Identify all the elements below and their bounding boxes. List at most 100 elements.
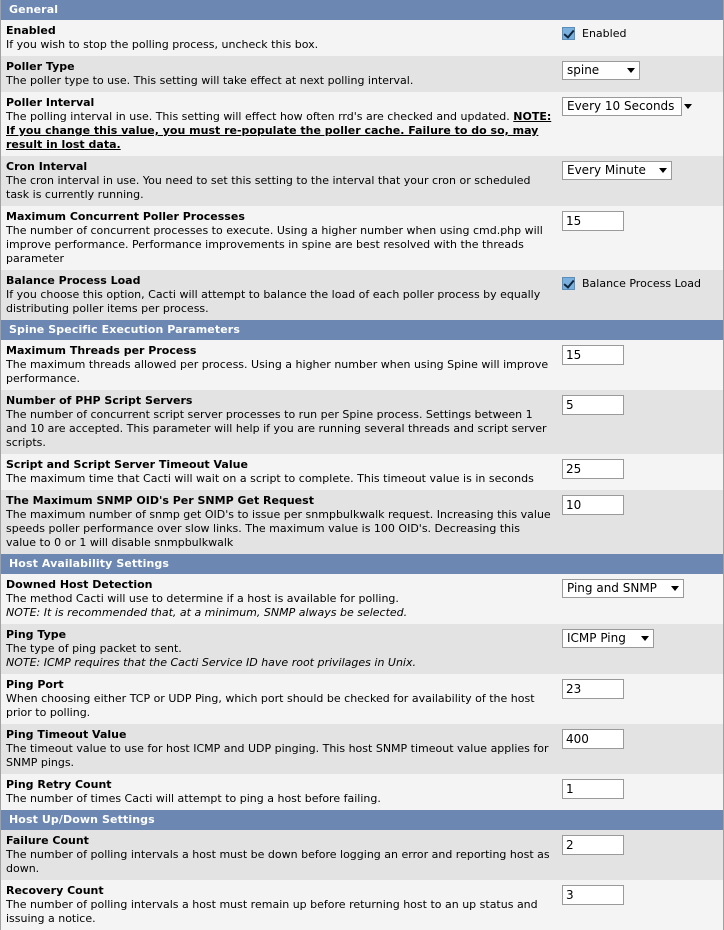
section-header-host-availability-settings: Host Availability Settings xyxy=(1,554,723,574)
setting-label: Script and Script Server Timeout Value xyxy=(6,458,248,471)
checkbox-enabled[interactable] xyxy=(562,27,575,40)
setting-description-cell: Poller Type The poller type to use. This … xyxy=(1,60,557,88)
setting-row-ping-retry-count: Ping Retry Count The number of times Cact… xyxy=(1,774,723,810)
setting-description: The maximum threads allowed per process.… xyxy=(6,358,549,385)
setting-description: The number of concurrent script server p… xyxy=(6,408,547,449)
setting-description: The polling interval in use. This settin… xyxy=(6,110,553,152)
input-maximum-threads-per-process[interactable] xyxy=(562,345,624,365)
setting-row-ping-port: Ping Port When choosing either TCP or UDP… xyxy=(1,674,723,724)
setting-description: The number of times Cacti will attempt t… xyxy=(6,792,381,805)
setting-row-enabled: Enabled If you wish to stop the polling p… xyxy=(1,20,723,56)
checkbox-balance-process-load[interactable] xyxy=(562,277,575,290)
select-value: ICMP Ping xyxy=(567,631,626,645)
checkbox-control-enabled[interactable]: Enabled xyxy=(562,25,723,40)
setting-control-cell xyxy=(557,210,723,231)
setting-description-cell: Cron Interval The cron interval in use. Y… xyxy=(1,160,557,202)
section-header-host-up-down-settings: Host Up/Down Settings xyxy=(1,810,723,830)
setting-label: Poller Interval xyxy=(6,96,95,109)
setting-control-cell: Every 10 Seconds xyxy=(557,96,723,116)
setting-label: Enabled xyxy=(6,24,56,37)
checkbox-label: Enabled xyxy=(582,27,627,40)
setting-row-maximum-threads-per-process: Maximum Threads per Process The maximum t… xyxy=(1,340,723,390)
setting-control-cell xyxy=(557,834,723,855)
setting-label: Ping Port xyxy=(6,678,64,691)
checkbox-label: Balance Process Load xyxy=(582,277,701,290)
setting-row-failure-count: Failure Count The number of polling inter… xyxy=(1,830,723,880)
select-poller-type[interactable]: spine xyxy=(562,61,640,80)
setting-description-cell: Downed Host Detection The method Cacti wi… xyxy=(1,578,557,620)
chevron-down-icon xyxy=(627,68,635,73)
chevron-down-icon xyxy=(641,636,649,641)
input-number-of-php-script-servers[interactable] xyxy=(562,395,624,415)
setting-note: NOTE: ICMP requires that the Cacti Servi… xyxy=(6,656,416,669)
setting-row-ping-type: Ping Type The type of ping packet to sent… xyxy=(1,624,723,674)
select-downed-host-detection[interactable]: Ping and SNMP xyxy=(562,579,684,598)
input-ping-timeout-value[interactable] xyxy=(562,729,624,749)
input-script-and-script-server-timeout-value[interactable] xyxy=(562,459,624,479)
setting-row-script-and-script-server-timeout-value: Script and Script Server Timeout Value Th… xyxy=(1,454,723,490)
setting-description-cell: Ping Retry Count The number of times Cact… xyxy=(1,778,557,806)
setting-description-cell: Failure Count The number of polling inter… xyxy=(1,834,557,876)
input-recovery-count[interactable] xyxy=(562,885,624,905)
select-value: spine xyxy=(567,63,600,77)
setting-control-cell xyxy=(557,884,723,905)
select-cron-interval[interactable]: Every Minute xyxy=(562,161,672,180)
setting-label: Maximum Concurrent Poller Processes xyxy=(6,210,245,223)
setting-control-cell xyxy=(557,678,723,699)
setting-row-maximum-concurrent-poller-processes: Maximum Concurrent Poller Processes The n… xyxy=(1,206,723,270)
setting-label: Ping Timeout Value xyxy=(6,728,127,741)
select-value: Ping and SNMP xyxy=(567,581,657,595)
input-the-maximum-snmp-oid-s-per-snmp-get-request[interactable] xyxy=(562,495,624,515)
setting-description: The number of concurrent processes to ex… xyxy=(6,224,543,265)
chevron-down-icon xyxy=(684,104,693,109)
setting-description-cell: Ping Type The type of ping packet to sent… xyxy=(1,628,557,670)
setting-row-balance-process-load: Balance Process Load If you choose this o… xyxy=(1,270,723,320)
setting-description: The method Cacti will use to determine i… xyxy=(6,592,399,605)
setting-description: The number of polling intervals a host m… xyxy=(6,848,550,875)
select-ping-type[interactable]: ICMP Ping xyxy=(562,629,654,648)
setting-description: The maximum time that Cacti will wait on… xyxy=(6,472,534,485)
setting-description-cell: Poller Interval The polling interval in u… xyxy=(1,96,557,152)
setting-note: NOTE: It is recommended that, at a minim… xyxy=(6,606,408,619)
setting-label: Failure Count xyxy=(6,834,89,847)
setting-control-cell: ICMP Ping xyxy=(557,628,723,648)
input-failure-count[interactable] xyxy=(562,835,624,855)
setting-row-downed-host-detection: Downed Host Detection The method Cacti wi… xyxy=(1,574,723,624)
setting-label: Maximum Threads per Process xyxy=(6,344,197,357)
setting-control-cell xyxy=(557,458,723,479)
setting-row-recovery-count: Recovery Count The number of polling inte… xyxy=(1,880,723,930)
setting-control-cell: Balance Process Load xyxy=(557,274,723,290)
setting-description-cell: Ping Timeout Value The timeout value to u… xyxy=(1,728,557,770)
setting-description: The type of ping packet to sent. xyxy=(6,642,182,655)
setting-description: The maximum number of snmp get OID's to … xyxy=(6,508,551,549)
setting-label: Poller Type xyxy=(6,60,75,73)
setting-row-cron-interval: Cron Interval The cron interval in use. Y… xyxy=(1,156,723,206)
setting-control-cell xyxy=(557,778,723,799)
chevron-down-icon xyxy=(671,586,679,591)
setting-control-cell: Enabled xyxy=(557,24,723,40)
setting-description-cell: Script and Script Server Timeout Value Th… xyxy=(1,458,557,486)
setting-description-cell: Maximum Concurrent Poller Processes The n… xyxy=(1,210,557,266)
section-header-spine-specific-execution-parameters: Spine Specific Execution Parameters xyxy=(1,320,723,340)
setting-description-cell: Ping Port When choosing either TCP or UDP… xyxy=(1,678,557,720)
setting-description: If you wish to stop the polling process,… xyxy=(6,38,319,51)
setting-control-cell xyxy=(557,494,723,515)
setting-description-cell: Maximum Threads per Process The maximum t… xyxy=(1,344,557,386)
setting-description-text: The polling interval in use. This settin… xyxy=(6,110,514,123)
setting-label: Cron Interval xyxy=(6,160,88,173)
setting-control-cell xyxy=(557,344,723,365)
input-maximum-concurrent-poller-processes[interactable] xyxy=(562,211,624,231)
setting-description: The number of polling intervals a host m… xyxy=(6,898,538,925)
setting-description: When choosing either TCP or UDP Ping, wh… xyxy=(6,692,535,719)
select-poller-interval[interactable]: Every 10 Seconds xyxy=(562,97,693,116)
setting-description-cell: The Maximum SNMP OID's Per SNMP Get Requ… xyxy=(1,494,557,550)
input-ping-retry-count[interactable] xyxy=(562,779,624,799)
setting-description-cell: Balance Process Load If you choose this o… xyxy=(1,274,557,316)
setting-control-cell xyxy=(557,394,723,415)
setting-label: Ping Retry Count xyxy=(6,778,112,791)
chevron-down-icon xyxy=(659,168,667,173)
setting-row-number-of-php-script-servers: Number of PHP Script Servers The number o… xyxy=(1,390,723,454)
checkbox-control-balance-process-load[interactable]: Balance Process Load xyxy=(562,275,723,290)
input-ping-port[interactable] xyxy=(562,679,624,699)
setting-description: The cron interval in use. You need to se… xyxy=(6,174,531,201)
